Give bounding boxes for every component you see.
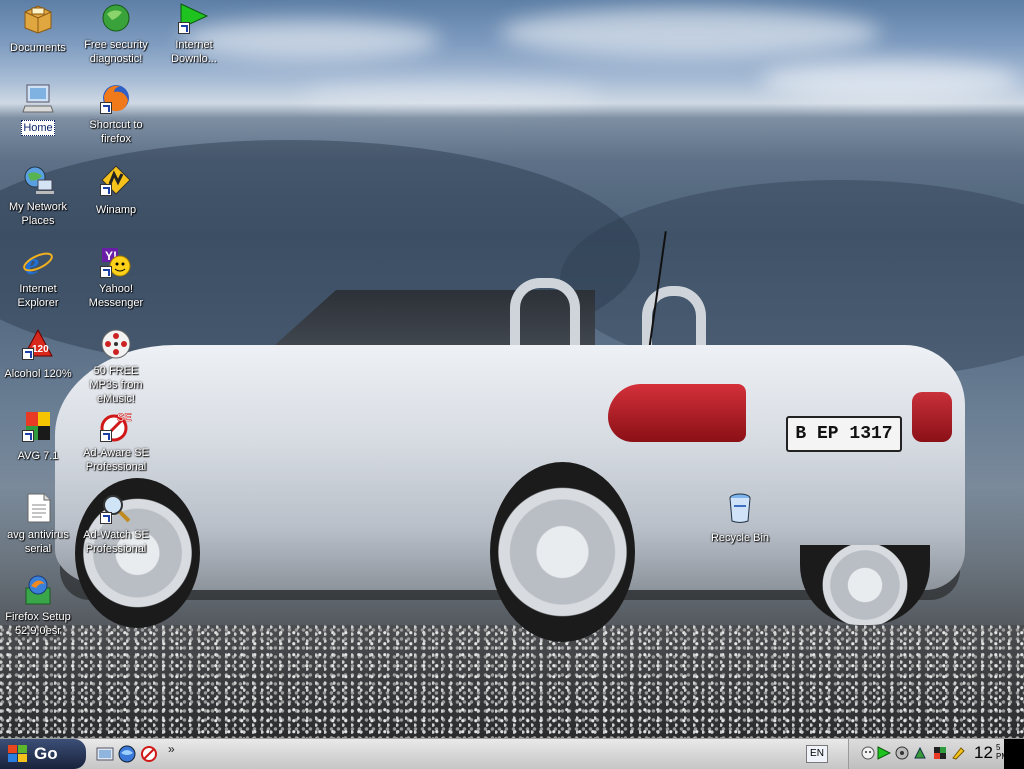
desktop-icon-label: Ad-Watch SE Professional xyxy=(83,529,149,555)
desktop-icon-emusic[interactable]: 50 FREE MP3s from eMusic! xyxy=(78,328,154,407)
edit-icon[interactable] xyxy=(951,746,965,760)
desktop-icon-label: Internet Explorer xyxy=(17,283,59,309)
alcohol-icon: 120 xyxy=(22,328,54,360)
desktop-icon-documents[interactable]: Documents xyxy=(0,2,76,56)
desktop-icon-internet-download[interactable]: Internet Downlo... xyxy=(156,2,232,67)
desktop-icon-avg-antivirus-serial[interactable]: avg antivirus serial xyxy=(0,492,76,557)
desktop-icon-label: 50 FREE MP3s from eMusic! xyxy=(89,365,143,405)
quick-launch-overflow[interactable]: » xyxy=(168,742,175,756)
installer-package-icon xyxy=(22,574,54,606)
start-button-label: Go xyxy=(34,744,58,763)
network-icon[interactable] xyxy=(913,746,927,760)
screen-edge xyxy=(1004,739,1024,769)
desktop-icon-yahoo-messenger[interactable]: Y! Yahoo! Messenger xyxy=(78,246,154,311)
desktop-icon-firefox-setup[interactable]: Firefox Setup 52.9.0esr xyxy=(0,574,76,639)
license-plate: B EP 1317 xyxy=(786,416,902,452)
desktop-icon-label: Home xyxy=(21,120,55,136)
desktop-icon-label: Documents xyxy=(10,42,66,54)
desktop-icon-label: AVG 7.1 xyxy=(17,450,59,462)
desktop-icon-label: Ad-Aware SE Professional xyxy=(83,447,149,473)
browser-icon[interactable] xyxy=(118,745,136,763)
security-icon[interactable] xyxy=(933,746,947,760)
winamp-agent-icon[interactable] xyxy=(877,746,892,760)
winamp-icon xyxy=(100,164,132,196)
desktop-icon-my-network-places[interactable]: My Network Places xyxy=(0,164,76,229)
windows-flag-icon xyxy=(8,745,28,763)
taskbar: Go » EN 12 5 PM xyxy=(0,738,1024,769)
language-indicator[interactable]: EN xyxy=(806,745,828,763)
desktop-icon-label: Recycle Bin xyxy=(710,532,770,544)
desktop-icon-label: Yahoo! Messenger xyxy=(88,283,144,309)
recycle-bin-icon xyxy=(724,492,756,524)
text-document-icon xyxy=(22,492,54,524)
desktop-icon-alcohol-120[interactable]: 120 Alcohol 120% xyxy=(0,328,76,382)
desktop-icon-label: My Network Places xyxy=(8,201,68,227)
computer-icon xyxy=(22,82,54,114)
adaware-icon[interactable] xyxy=(140,745,158,763)
firefox-icon xyxy=(100,82,132,114)
update-icon[interactable] xyxy=(895,746,909,760)
desktop-icon-ad-watch[interactable]: Ad-Watch SE Professional xyxy=(78,492,154,557)
desktop-icon-recycle-bin[interactable]: Recycle Bin xyxy=(702,492,778,546)
desktop-icon-avg[interactable]: AVG 7.1 xyxy=(0,410,76,464)
desktop-icon-home[interactable]: Home xyxy=(0,82,76,136)
desktop-icon-free-security-diagnostic[interactable]: Free security diagnostic! xyxy=(78,2,154,67)
ad-aware-icon: SE xyxy=(100,410,132,442)
network-globe-icon xyxy=(22,164,54,196)
desktop-icon-label: Firefox Setup 52.9.0esr xyxy=(5,611,71,637)
clock-time[interactable]: 12 xyxy=(974,743,993,763)
desktop-icon-label: Free security diagnostic! xyxy=(84,39,148,65)
desktop-icon-winamp[interactable]: Winamp xyxy=(78,164,154,218)
internet-explorer-icon: e xyxy=(22,245,54,281)
desktop-icon-ad-aware[interactable]: SE Ad-Aware SE Professional xyxy=(78,410,154,475)
desktop-icon-label: avg antivirus serial xyxy=(7,529,69,555)
desktop-icon-label: Internet Downlo... xyxy=(171,39,217,65)
desktop-icon-label: Winamp xyxy=(95,204,137,216)
avg-icon xyxy=(22,410,54,442)
green-globe-icon xyxy=(100,2,132,34)
show-desktop-icon[interactable] xyxy=(96,745,114,763)
messenger-icon[interactable] xyxy=(861,746,875,760)
desktop-icon-internet-explorer[interactable]: e Internet Explorer xyxy=(0,245,76,311)
folder-box-icon xyxy=(22,2,54,34)
yahoo-messenger-icon: Y! xyxy=(100,246,132,278)
desktop-icon-label: Shortcut to firefox xyxy=(89,119,143,145)
download-arrow-icon xyxy=(178,2,210,34)
desktop-icon-shortcut-to-firefox[interactable]: Shortcut to firefox xyxy=(78,82,154,147)
svg-text:120: 120 xyxy=(32,344,49,355)
start-button[interactable]: Go xyxy=(0,739,86,769)
desktop-icon-label: Alcohol 120% xyxy=(4,368,72,380)
magnifier-icon xyxy=(100,492,132,524)
film-reel-icon xyxy=(100,328,132,360)
svg-text:SE: SE xyxy=(117,412,132,424)
